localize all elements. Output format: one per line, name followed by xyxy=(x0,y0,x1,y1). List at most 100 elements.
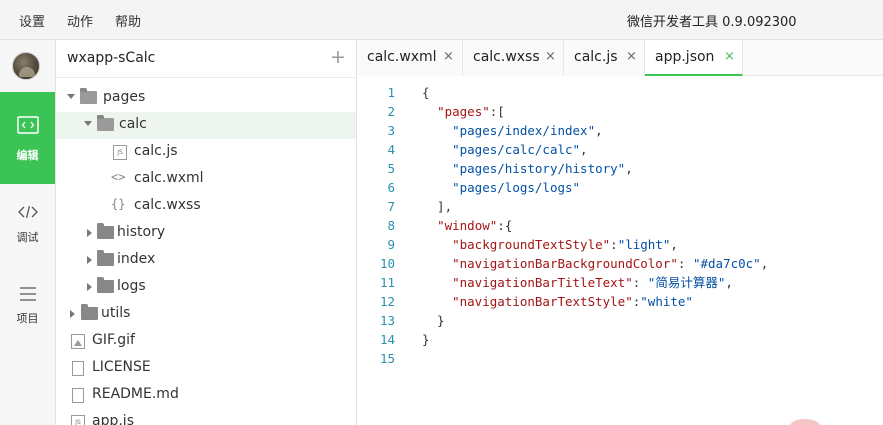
tree-file-gif[interactable]: GIF.gif xyxy=(56,328,356,355)
line-number: 5 xyxy=(387,161,395,176)
line-number: 11 xyxy=(379,275,395,290)
line-number: 12 xyxy=(379,294,395,309)
tree-folder-logs[interactable]: logs xyxy=(56,274,356,301)
tree-file-calc-wxml[interactable]: <> calc.wxml xyxy=(56,166,356,193)
file-panel: wxapp-sCalc + pages calc JS calc.js <> c… xyxy=(56,40,357,425)
rail-project-label: 项目 xyxy=(16,312,39,325)
tree-label: calc.wxss xyxy=(134,197,201,213)
code-line[interactable]: 2 "pages":[ xyxy=(357,102,883,121)
chevron-down-icon xyxy=(67,94,75,99)
tree-file-calc-wxss[interactable]: {} calc.wxss xyxy=(56,193,356,220)
tree-folder-index[interactable]: index xyxy=(56,247,356,274)
document-file-icon xyxy=(72,388,84,403)
markup-file-icon: <> xyxy=(111,170,126,184)
code-line[interactable]: 14} xyxy=(357,330,883,349)
code-line[interactable]: 10 "navigationBarBackgroundColor": "#da7… xyxy=(357,254,883,273)
code-line[interactable]: 15 xyxy=(357,349,883,368)
menu-help[interactable]: 帮助 xyxy=(115,11,141,30)
code-text: "navigationBarTextStyle":"white" xyxy=(452,294,693,309)
code-line[interactable]: 6 "pages/logs/logs" xyxy=(357,178,883,197)
code-text: "pages/calc/calc", xyxy=(452,142,588,157)
left-rail: 编辑 调试 项目 xyxy=(0,40,56,425)
tab-app-json[interactable]: app.json × xyxy=(645,40,743,76)
code-line[interactable]: 9 "backgroundTextStyle":"light", xyxy=(357,235,883,254)
tree-label: app.js xyxy=(92,413,134,425)
rail-project-button[interactable]: 项目 xyxy=(0,268,55,360)
close-icon[interactable]: × xyxy=(724,49,735,64)
code-text: "pages/logs/logs" xyxy=(452,180,581,195)
document-file-icon xyxy=(72,361,84,376)
code-area[interactable]: 1{2 "pages":[3 "pages/index/index", 4 "pa… xyxy=(357,76,883,425)
js-file-icon: JS xyxy=(71,415,85,425)
code-text: "navigationBarBackgroundColor": "#da7c0c… xyxy=(452,256,769,271)
app-title: 微信开发者工具 0.9.092300 xyxy=(627,15,797,30)
code-edit-icon xyxy=(17,116,39,134)
add-file-button[interactable]: + xyxy=(330,48,346,67)
code-text: { xyxy=(422,85,430,100)
code-text: "pages":[ xyxy=(437,104,505,119)
tree-folder-utils[interactable]: utils xyxy=(56,301,356,328)
line-number: 1 xyxy=(387,85,395,100)
code-text: "window":{ xyxy=(437,218,513,233)
folder-icon xyxy=(97,277,114,293)
tree-folder-calc[interactable]: calc xyxy=(56,112,356,139)
code-line[interactable]: 5 "pages/history/history", xyxy=(357,159,883,178)
tree-folder-history[interactable]: history xyxy=(56,220,356,247)
tree-file-calc-js[interactable]: JS calc.js xyxy=(56,139,356,166)
code-line[interactable]: 12 "navigationBarTextStyle":"white" xyxy=(357,292,883,311)
tab-label: app.json xyxy=(655,49,715,65)
line-number: 7 xyxy=(387,199,395,214)
tree-file-readme[interactable]: README.md xyxy=(56,382,356,409)
line-number: 15 xyxy=(379,351,395,366)
code-text: "navigationBarTitleText": "简易计算器", xyxy=(452,275,733,290)
folder-open-icon xyxy=(97,115,114,131)
close-icon[interactable]: × xyxy=(545,49,556,64)
line-number: 4 xyxy=(387,142,395,157)
rail-debug-label: 调试 xyxy=(16,231,39,244)
tree-file-app-js[interactable]: JS app.js xyxy=(56,409,356,425)
tree-label: README.md xyxy=(92,386,179,402)
tree-folder-pages[interactable]: pages xyxy=(56,85,356,112)
folder-icon xyxy=(97,223,114,239)
tree-label: LICENSE xyxy=(92,359,151,375)
debug-code-icon xyxy=(18,205,38,219)
menu-settings[interactable]: 设置 xyxy=(19,11,45,30)
rail-debug-button[interactable]: 调试 xyxy=(0,186,55,278)
close-icon[interactable]: × xyxy=(443,49,454,64)
line-number: 13 xyxy=(379,313,395,328)
close-icon[interactable]: × xyxy=(626,49,637,64)
tab-calc-wxml[interactable]: calc.wxml × xyxy=(357,40,463,76)
line-number: 10 xyxy=(379,256,395,271)
code-text: } xyxy=(422,313,445,328)
code-line[interactable]: 4 "pages/calc/calc", xyxy=(357,140,883,159)
menu-actions[interactable]: 动作 xyxy=(67,11,93,30)
tree-file-license[interactable]: LICENSE xyxy=(56,355,356,382)
tree-label: utils xyxy=(101,305,131,321)
tree-label: calc xyxy=(119,116,147,132)
chevron-right-icon xyxy=(70,310,75,318)
tree-label: logs xyxy=(117,278,146,294)
code-text: } xyxy=(422,332,430,347)
code-line[interactable]: 7 ], xyxy=(357,197,883,216)
chevron-down-icon xyxy=(84,121,92,126)
chevron-right-icon xyxy=(87,229,92,237)
line-number: 9 xyxy=(387,237,395,252)
code-line[interactable]: 3 "pages/index/index", xyxy=(357,121,883,140)
avatar[interactable] xyxy=(12,52,40,80)
rail-edit-label: 编辑 xyxy=(16,149,39,162)
tab-calc-wxss[interactable]: calc.wxss × xyxy=(463,40,564,76)
line-number: 8 xyxy=(387,218,395,233)
tab-calc-js[interactable]: calc.js × xyxy=(564,40,645,76)
code-line[interactable]: 13 } xyxy=(357,311,883,330)
rail-edit-button[interactable]: 编辑 xyxy=(0,92,55,184)
tree-label: index xyxy=(117,251,156,267)
code-line[interactable]: 8 "window":{ xyxy=(357,216,883,235)
editor-tab-bar: calc.wxml × calc.wxss × calc.js × app.js… xyxy=(357,40,883,76)
line-number: 2 xyxy=(387,104,395,119)
menu-bar: 设置 动作 帮助 微信开发者工具 0.9.092300 xyxy=(0,0,883,40)
chevron-right-icon xyxy=(87,283,92,291)
code-line[interactable]: 11 "navigationBarTitleText": "简易计算器", xyxy=(357,273,883,292)
chevron-right-icon xyxy=(87,256,92,264)
code-text: ], xyxy=(422,199,453,214)
code-line[interactable]: 1{ xyxy=(357,83,883,102)
